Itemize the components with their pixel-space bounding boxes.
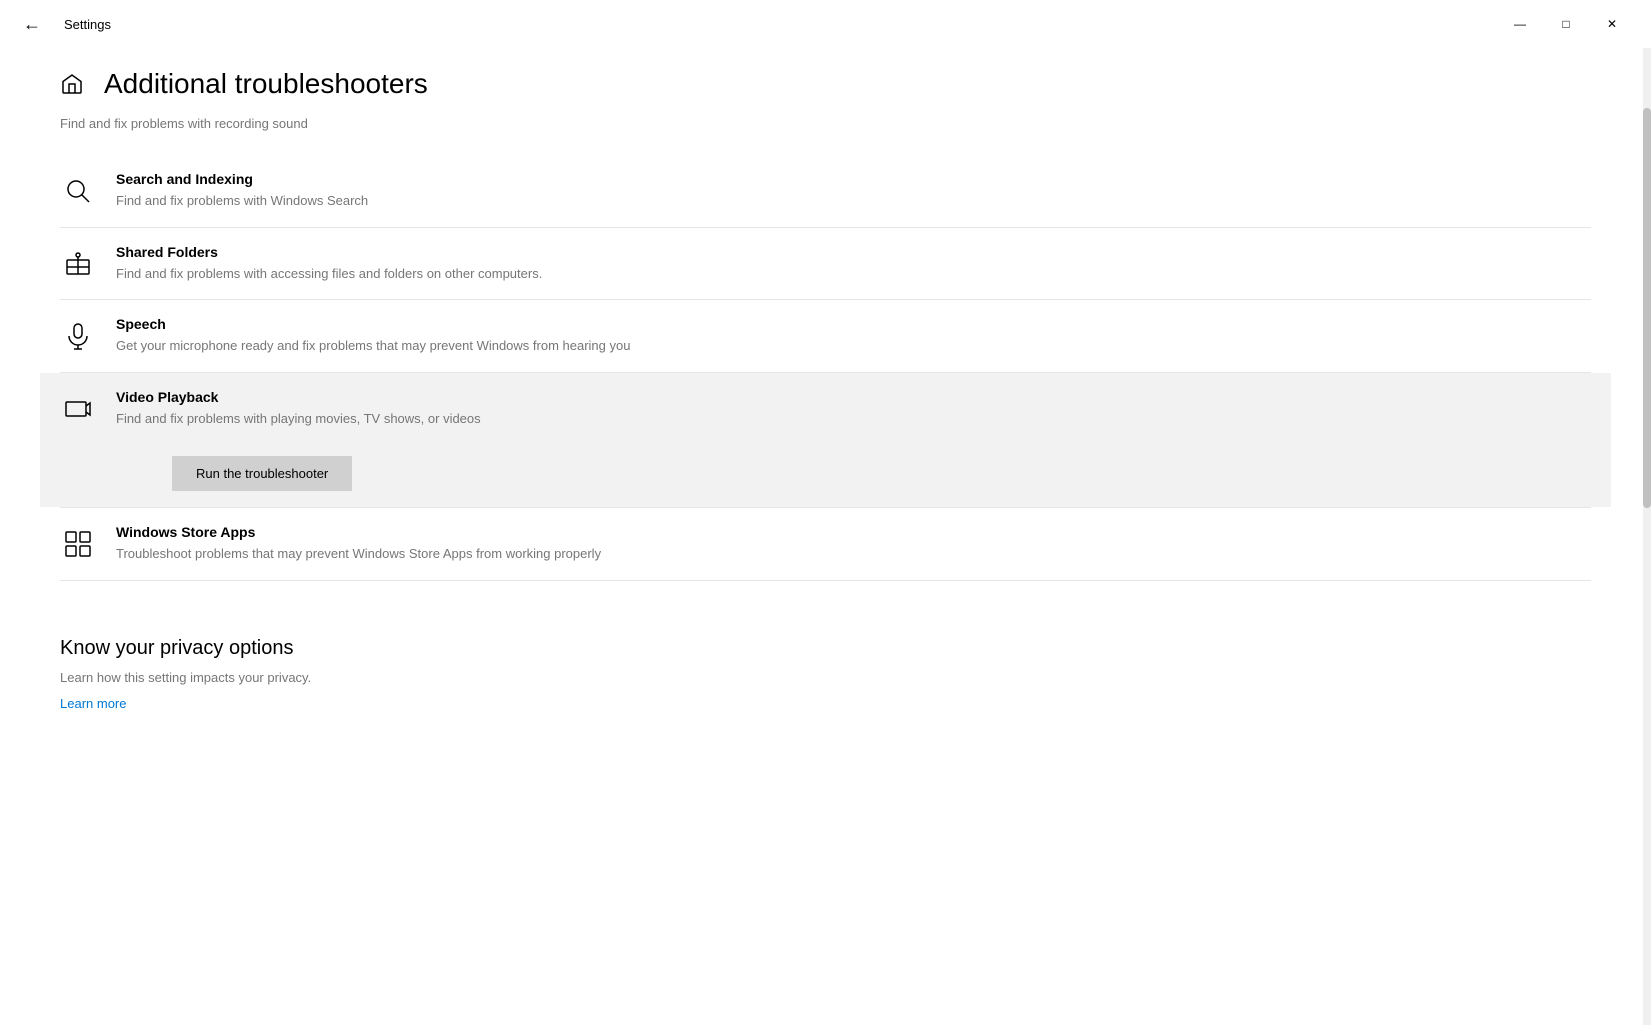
troubleshooter-windows-store-apps[interactable]: Windows Store Apps Troubleshoot problems…: [60, 508, 1591, 580]
truncated-description: Find and fix problems with recording sou…: [60, 116, 1591, 131]
privacy-description: Learn how this setting impacts your priv…: [60, 670, 1591, 685]
windows-store-apps-content: Windows Store Apps Troubleshoot problems…: [116, 524, 1591, 564]
title-bar-left: ← Settings: [16, 8, 111, 40]
divider-5: [60, 580, 1591, 581]
learn-more-link[interactable]: Learn more: [60, 696, 126, 711]
back-button[interactable]: ←: [16, 8, 48, 40]
run-troubleshooter-button[interactable]: Run the troubleshooter: [172, 456, 352, 491]
maximize-button[interactable]: □: [1543, 8, 1589, 40]
search-indexing-title: Search and Indexing: [116, 171, 1591, 187]
page-header: Additional troubleshooters: [60, 48, 1591, 100]
shared-folders-description: Find and fix problems with accessing fil…: [116, 264, 1591, 284]
video-playback-description: Find and fix problems with playing movie…: [116, 409, 1591, 429]
page-title: Additional troubleshooters: [104, 68, 428, 100]
privacy-section: Know your privacy options Learn how this…: [60, 621, 1591, 713]
windows-store-apps-title: Windows Store Apps: [116, 524, 1591, 540]
search-indexing-description: Find and fix problems with Windows Searc…: [116, 191, 1591, 211]
video-playback-title: Video Playback: [116, 389, 1591, 405]
title-bar: ← Settings — □ ✕: [0, 0, 1651, 48]
search-indexing-content: Search and Indexing Find and fix problem…: [116, 171, 1591, 211]
troubleshooter-shared-folders[interactable]: Shared Folders Find and fix problems wit…: [60, 228, 1591, 300]
app-title: Settings: [64, 17, 111, 32]
title-bar-controls: — □ ✕: [1497, 8, 1635, 40]
video-playback-row: Video Playback Find and fix problems wit…: [60, 389, 1591, 429]
windows-store-apps-icon: [60, 526, 96, 562]
scrollbar-track: [1643, 48, 1651, 1025]
close-button[interactable]: ✕: [1589, 8, 1635, 40]
windows-store-apps-description: Troubleshoot problems that may prevent W…: [116, 544, 1591, 564]
troubleshooter-speech[interactable]: Speech Get your microphone ready and fix…: [60, 300, 1591, 372]
search-indexing-icon: [60, 173, 96, 209]
shared-folders-icon: [60, 246, 96, 282]
speech-icon: [60, 318, 96, 354]
video-playback-actions: Run the troubleshooter: [116, 444, 1591, 491]
shared-folders-title: Shared Folders: [116, 244, 1591, 260]
speech-title: Speech: [116, 316, 1591, 332]
scrollbar-thumb[interactable]: [1643, 108, 1651, 508]
speech-description: Get your microphone ready and fix proble…: [116, 336, 1591, 356]
minimize-button[interactable]: —: [1497, 8, 1543, 40]
troubleshooter-video-playback[interactable]: Video Playback Find and fix problems wit…: [40, 373, 1611, 508]
shared-folders-content: Shared Folders Find and fix problems wit…: [116, 244, 1591, 284]
troubleshooter-search-indexing[interactable]: Search and Indexing Find and fix problem…: [60, 155, 1591, 227]
main-content: Additional troubleshooters Find and fix …: [0, 48, 1651, 1025]
speech-content: Speech Get your microphone ready and fix…: [116, 316, 1591, 356]
privacy-title: Know your privacy options: [60, 637, 1591, 660]
video-playback-icon: [60, 391, 96, 427]
video-playback-content: Video Playback Find and fix problems wit…: [116, 389, 1591, 429]
home-icon: [60, 72, 84, 96]
